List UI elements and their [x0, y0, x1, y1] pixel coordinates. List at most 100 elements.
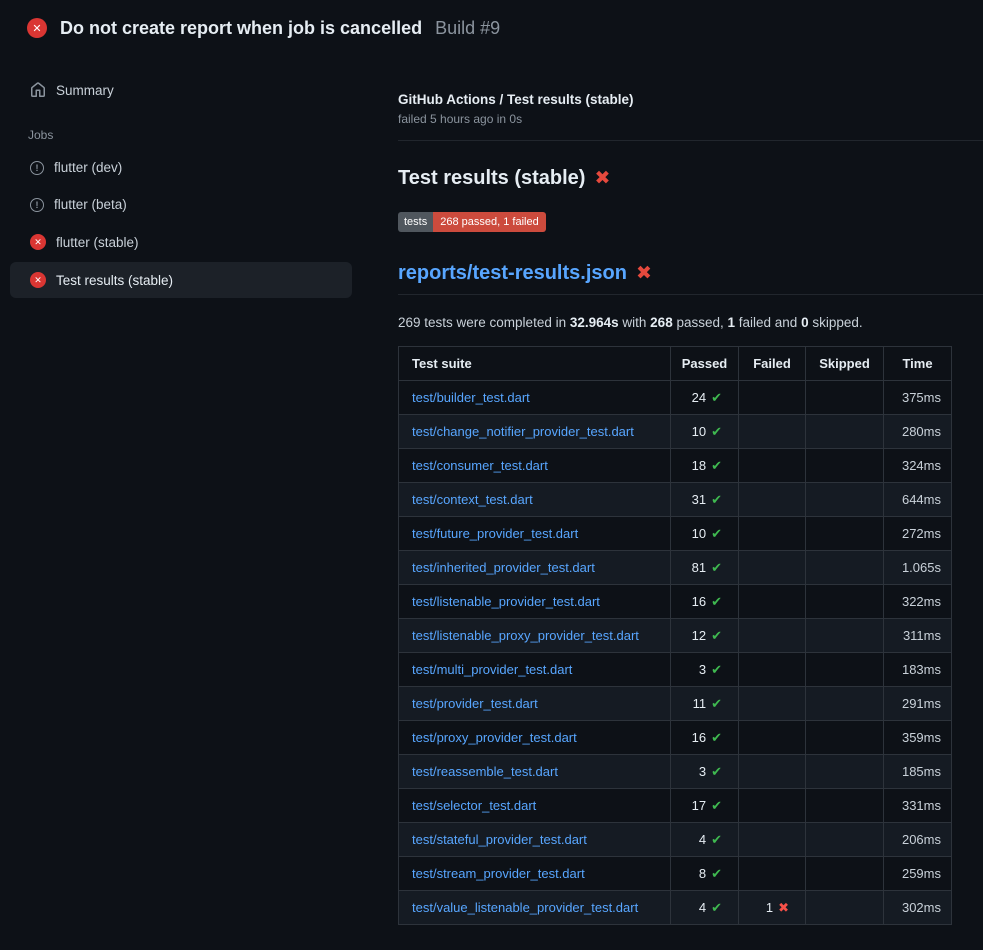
passed-cell: 10✔	[671, 415, 739, 449]
test-suite-link[interactable]: test/stream_provider_test.dart	[412, 866, 585, 881]
failed-cell: 1✖	[739, 891, 806, 925]
check-icon: ✔	[711, 696, 722, 711]
sidebar-item-flutter-beta[interactable]: ! flutter (beta)	[10, 187, 352, 222]
section-title-text: Test results (stable)	[398, 167, 585, 190]
check-icon: ✔	[711, 764, 722, 779]
suite-cell: test/proxy_provider_test.dart	[399, 721, 671, 755]
skipped-cell	[806, 415, 884, 449]
failed-x-icon: ✖	[594, 169, 610, 188]
time-cell: 291ms	[884, 687, 952, 721]
sidebar-item-flutter-dev[interactable]: ! flutter (dev)	[10, 150, 352, 185]
suite-cell: test/consumer_test.dart	[399, 449, 671, 483]
skipped-cell	[806, 517, 884, 551]
passed-cell: 8✔	[671, 857, 739, 891]
table-row: test/context_test.dart31✔644ms	[399, 483, 952, 517]
sidebar-item-summary[interactable]: Summary	[10, 72, 352, 108]
breadcrumb: GitHub Actions / Test results (stable)	[398, 92, 983, 107]
test-suite-link[interactable]: test/consumer_test.dart	[412, 458, 548, 473]
sidebar-item-flutter-stable[interactable]: ✕ flutter (stable)	[10, 224, 352, 260]
test-suite-link[interactable]: test/inherited_provider_test.dart	[412, 560, 595, 575]
check-icon: ✔	[711, 492, 722, 507]
time-cell: 183ms	[884, 653, 952, 687]
test-suite-link[interactable]: test/reassemble_test.dart	[412, 764, 558, 779]
skipped-cell	[806, 721, 884, 755]
check-icon: ✔	[711, 390, 722, 405]
failed-count: 1	[766, 900, 773, 915]
table-row: test/multi_provider_test.dart3✔183ms	[399, 653, 952, 687]
job-label: flutter (stable)	[56, 235, 139, 250]
failed-cell	[739, 619, 806, 653]
tests-badge: tests 268 passed, 1 failed	[398, 212, 546, 232]
table-row: test/selector_test.dart17✔331ms	[399, 789, 952, 823]
header-test-suite: Test suite	[399, 347, 671, 381]
time-cell: 322ms	[884, 585, 952, 619]
suite-cell: test/future_provider_test.dart	[399, 517, 671, 551]
badge-label: tests	[398, 212, 433, 232]
passed-count: 3	[699, 764, 706, 779]
check-icon: ✔	[711, 832, 722, 847]
skipped-cell	[806, 789, 884, 823]
test-suite-link[interactable]: test/proxy_provider_test.dart	[412, 730, 577, 745]
summary-line: 269 tests were completed in 32.964s with…	[398, 315, 983, 330]
results-table-body: test/builder_test.dart24✔375mstest/chang…	[399, 381, 952, 925]
failed-cell	[739, 449, 806, 483]
job-label: flutter (beta)	[54, 197, 127, 212]
skipped-cell	[806, 449, 884, 483]
test-suite-link[interactable]: test/builder_test.dart	[412, 390, 530, 405]
skipped-cell	[806, 755, 884, 789]
time-cell: 324ms	[884, 449, 952, 483]
failed-cell	[739, 381, 806, 415]
failed-cell	[739, 585, 806, 619]
passed-cell: 4✔	[671, 823, 739, 857]
test-suite-link[interactable]: test/change_notifier_provider_test.dart	[412, 424, 634, 439]
check-icon: ✔	[711, 526, 722, 541]
divider	[398, 140, 983, 141]
failed-cell	[739, 483, 806, 517]
cross-icon: ✖	[778, 900, 789, 915]
time-cell: 331ms	[884, 789, 952, 823]
table-row: test/change_notifier_provider_test.dart 1…	[399, 415, 952, 449]
passed-count: 16	[692, 730, 706, 745]
skipped-cell	[806, 687, 884, 721]
suite-cell: test/stateful_provider_test.dart	[399, 823, 671, 857]
passed-count: 11	[693, 696, 707, 711]
test-suite-link[interactable]: test/provider_test.dart	[412, 696, 538, 711]
report-link[interactable]: reports/test-results.json	[398, 262, 627, 285]
test-suite-link[interactable]: test/stateful_provider_test.dart	[412, 832, 587, 847]
test-suite-link[interactable]: test/listenable_provider_test.dart	[412, 594, 600, 609]
sidebar-item-test-results-stable[interactable]: ✕ Test results (stable)	[10, 262, 352, 298]
time-cell: 359ms	[884, 721, 952, 755]
time-cell: 375ms	[884, 381, 952, 415]
suite-cell: test/provider_test.dart	[399, 687, 671, 721]
suite-cell: test/selector_test.dart	[399, 789, 671, 823]
skipped-cell	[806, 619, 884, 653]
test-suite-link[interactable]: test/value_listenable_provider_test.dart	[412, 900, 638, 915]
header-skipped: Skipped	[806, 347, 884, 381]
test-suite-link[interactable]: test/multi_provider_test.dart	[412, 662, 572, 677]
results-table: Test suite Passed Failed Skipped Time te…	[398, 346, 952, 925]
job-label: Test results (stable)	[56, 273, 173, 288]
time-cell: 259ms	[884, 857, 952, 891]
passed-count: 31	[692, 492, 706, 507]
check-icon: ✔	[711, 560, 722, 575]
passed-count: 4	[699, 832, 706, 847]
report-heading: reports/test-results.json ✖	[398, 262, 983, 295]
passed-cell: 18✔	[671, 449, 739, 483]
failed-status-icon: ✕	[30, 272, 46, 288]
sidebar: Summary Jobs ! flutter (dev) ! flutter (…	[0, 56, 398, 300]
passed-cell: 31 ✔	[671, 483, 739, 517]
table-row: test/proxy_provider_test.dart16✔359ms	[399, 721, 952, 755]
passed-cell: 24✔	[671, 381, 739, 415]
test-suite-link[interactable]: test/listenable_proxy_provider_test.dart	[412, 628, 639, 643]
suite-cell: test/value_listenable_provider_test.dart	[399, 891, 671, 925]
check-icon: ✔	[711, 458, 722, 473]
table-row: test/builder_test.dart 24✔ 375ms	[399, 381, 952, 415]
test-suite-link[interactable]: test/future_provider_test.dart	[412, 526, 578, 541]
time-cell: 302ms	[884, 891, 952, 925]
table-row: test/stateful_provider_test.dart4✔206ms	[399, 823, 952, 857]
test-suite-link[interactable]: test/context_test.dart	[412, 492, 533, 507]
suite-cell: test/multi_provider_test.dart	[399, 653, 671, 687]
check-icon: ✔	[711, 594, 722, 609]
passed-count: 81	[692, 560, 706, 575]
test-suite-link[interactable]: test/selector_test.dart	[412, 798, 536, 813]
